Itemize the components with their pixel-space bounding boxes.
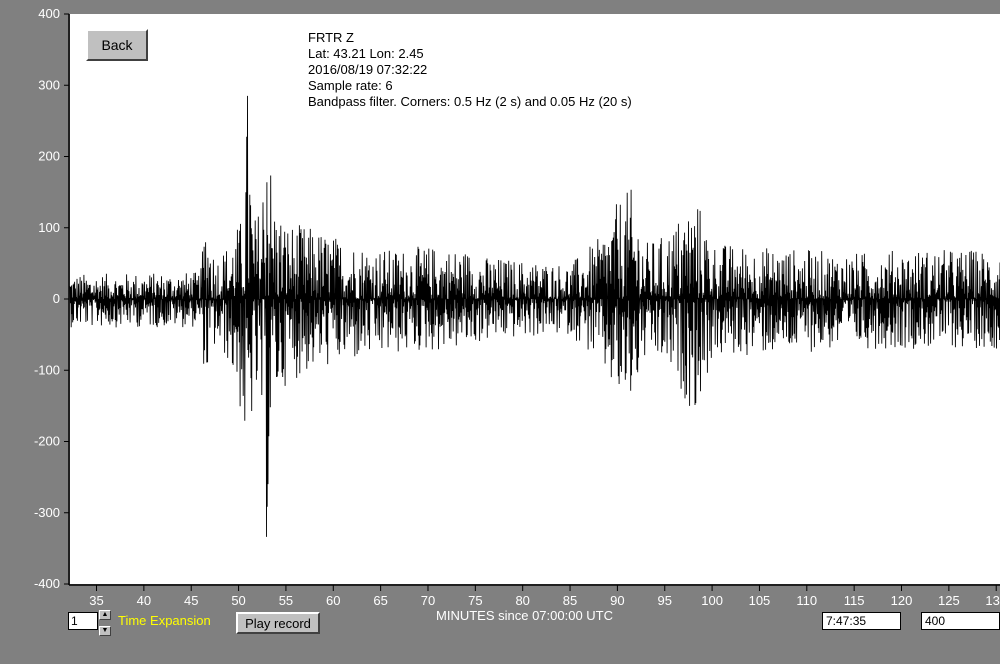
x-axis-title: MINUTES since 07:00:00 UTC <box>436 608 614 623</box>
y-tick-label: -300 <box>34 505 60 520</box>
amplitude-field[interactable] <box>921 612 1000 630</box>
y-tick-label: 0 <box>53 291 60 306</box>
y-tick-label: -400 <box>34 576 60 591</box>
sample-rate: Sample rate: 6 <box>308 78 393 93</box>
y-tick-label: 400 <box>38 6 60 21</box>
x-tick-label: 35 <box>89 593 103 608</box>
play-record-button[interactable]: Play record <box>236 612 320 634</box>
x-tick-label: 110 <box>796 593 817 608</box>
x-tick-label: 65 <box>373 593 387 608</box>
x-tick-label: 70 <box>421 593 435 608</box>
x-tick-label: 105 <box>749 593 771 608</box>
y-tick-label: -100 <box>34 362 60 377</box>
x-tick-label: 50 <box>231 593 245 608</box>
arrow-up-icon: ▲ <box>101 611 109 618</box>
arrow-down-icon: ▼ <box>101 627 109 634</box>
x-tick-label: 85 <box>563 593 577 608</box>
x-tick-label: 100 <box>701 593 723 608</box>
x-tick-label: 40 <box>137 593 151 608</box>
y-tick-label: 100 <box>38 220 60 235</box>
back-button[interactable]: Back <box>86 29 148 61</box>
x-tick-label: 115 <box>844 593 865 608</box>
x-tick-label: 75 <box>468 593 482 608</box>
x-tick-label: 95 <box>658 593 672 608</box>
time-expansion-input[interactable] <box>68 612 98 630</box>
x-tick-label: 120 <box>891 593 913 608</box>
time-expansion-label: Time Expansion <box>118 613 211 628</box>
x-tick-label: 80 <box>515 593 529 608</box>
filter-info: Bandpass filter. Corners: 0.5 Hz (2 s) a… <box>308 94 632 109</box>
x-tick-label: 90 <box>610 593 624 608</box>
y-tick-label: 200 <box>38 149 60 164</box>
y-tick-label: 300 <box>38 77 60 92</box>
x-tick-label: 125 <box>938 593 960 608</box>
x-tick-label: 55 <box>279 593 293 608</box>
y-axis-ticks: 400 300 200 100 0 -100 -200 -300 -400 <box>34 6 69 591</box>
x-tick-label: 60 <box>326 593 340 608</box>
station-location: Lat: 43.21 Lon: 2.45 <box>308 46 424 61</box>
spin-up-button[interactable]: ▲ <box>99 610 111 620</box>
spin-down-button[interactable]: ▼ <box>99 626 111 636</box>
station-code: FRTR Z <box>308 30 354 45</box>
x-tick-label: 45 <box>184 593 198 608</box>
x-axis-ticks: 35 40 45 50 55 60 65 70 75 80 85 90 95 100 105 110 115 12… <box>89 585 1000 608</box>
x-tick-label: 130 <box>985 593 1000 608</box>
station-info: FRTR Z Lat: 43.21 Lon: 2.45 2016/08/19 0… <box>308 30 632 110</box>
record-datetime: 2016/08/19 07:32:22 <box>308 62 428 77</box>
y-tick-label: -200 <box>34 434 60 449</box>
cursor-time-field[interactable] <box>822 612 901 630</box>
